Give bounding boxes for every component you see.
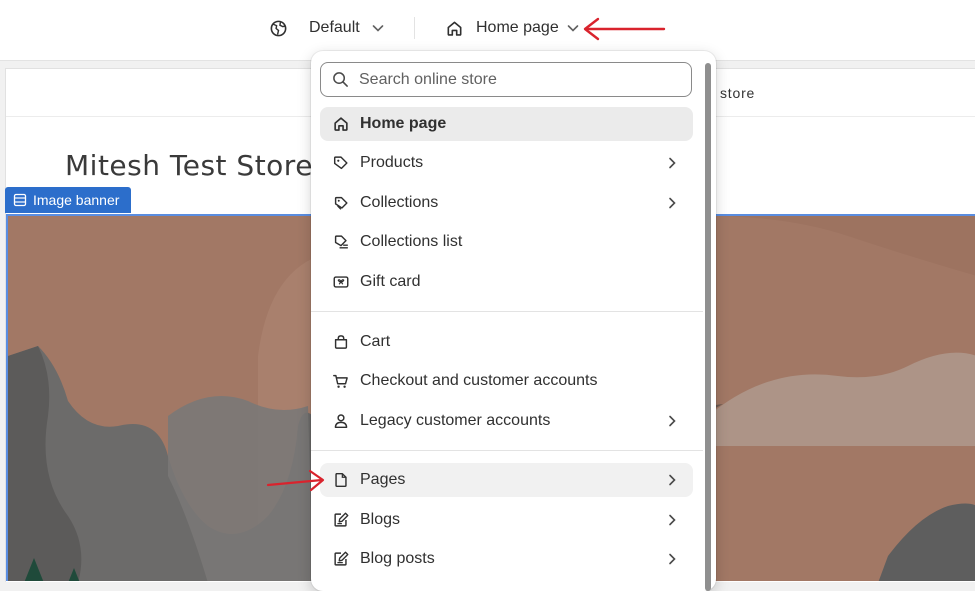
toolbar-divider [414, 17, 415, 39]
page-icon [332, 471, 350, 489]
search-input[interactable] [357, 69, 661, 90]
menu-item-label: Cart [360, 333, 391, 350]
menu-item-blogs[interactable]: Blogs [320, 503, 693, 537]
chevron-right-icon [669, 415, 676, 427]
cart-icon [332, 372, 350, 390]
menu-item-label: Checkout and customer accounts [360, 372, 598, 389]
menu-item-label: Collections list [360, 233, 463, 250]
menu-item-legacy-customer-accounts[interactable]: Legacy customer accounts [320, 404, 693, 438]
chevron-right-icon [669, 197, 676, 209]
section-tag[interactable]: Image banner [5, 187, 132, 213]
menu-item-label: Legacy customer accounts [360, 412, 551, 429]
menu-item-home-page[interactable]: Home page [320, 107, 693, 141]
menu-item-label: Products [360, 154, 424, 171]
menu-item-label: Home page [360, 115, 447, 132]
menu-item-products[interactable]: Products [320, 146, 693, 180]
home-icon [444, 18, 464, 38]
bag-icon [332, 333, 350, 351]
section-tag-label: Image banner [33, 192, 120, 208]
menu-item-label: Blogs [360, 511, 401, 528]
menu-item-label: Pages [360, 471, 406, 488]
menu-item-blog-posts[interactable]: Blog posts [320, 542, 693, 576]
chevron-right-icon [669, 553, 676, 565]
blog-icon [332, 511, 350, 529]
section-icon [13, 193, 27, 207]
menu-item-gift-card[interactable]: Gift card [320, 265, 693, 299]
collection-list-icon [332, 233, 350, 251]
menu-item-collections[interactable]: Collections [320, 186, 693, 220]
template-dropdown: Home page Products Collections Collectio… [311, 51, 716, 591]
theme-selector-label: Default [309, 19, 360, 36]
menu-item-label: Blog posts [360, 550, 435, 567]
dropdown-scrollbar[interactable] [705, 63, 711, 591]
announcement-text: store [720, 85, 756, 101]
menu-divider [311, 311, 703, 312]
menu-divider [311, 450, 703, 451]
menu-item-label: Collections [360, 194, 439, 211]
store-name[interactable]: Mitesh Test Store [65, 149, 313, 182]
search-icon [333, 72, 348, 87]
globe-icon [268, 18, 288, 38]
chevron-down-icon [368, 18, 388, 38]
annotation-arrow-icon [266, 469, 325, 492]
person-icon [332, 412, 350, 430]
menu-item-label: Gift card [360, 273, 421, 290]
chevron-right-icon [669, 474, 676, 486]
menu-item-cart[interactable]: Cart [320, 325, 693, 359]
tag-icon [332, 154, 350, 172]
template-selector-label: Home page [476, 19, 559, 36]
chevron-right-icon [669, 514, 676, 526]
template-selector[interactable]: Home page [444, 14, 583, 42]
menu-item-collections-list[interactable]: Collections list [320, 225, 693, 259]
menu-item-checkout[interactable]: Checkout and customer accounts [320, 364, 693, 398]
search-field[interactable] [320, 62, 692, 97]
collection-icon [332, 194, 350, 212]
chevron-right-icon [669, 157, 676, 169]
menu-item-pages[interactable]: Pages [320, 463, 693, 497]
home-icon [332, 115, 350, 133]
blog-post-icon [332, 550, 350, 568]
gift-card-icon [332, 273, 350, 291]
annotation-arrow-icon [583, 17, 666, 41]
theme-selector[interactable]: Default [268, 14, 388, 42]
